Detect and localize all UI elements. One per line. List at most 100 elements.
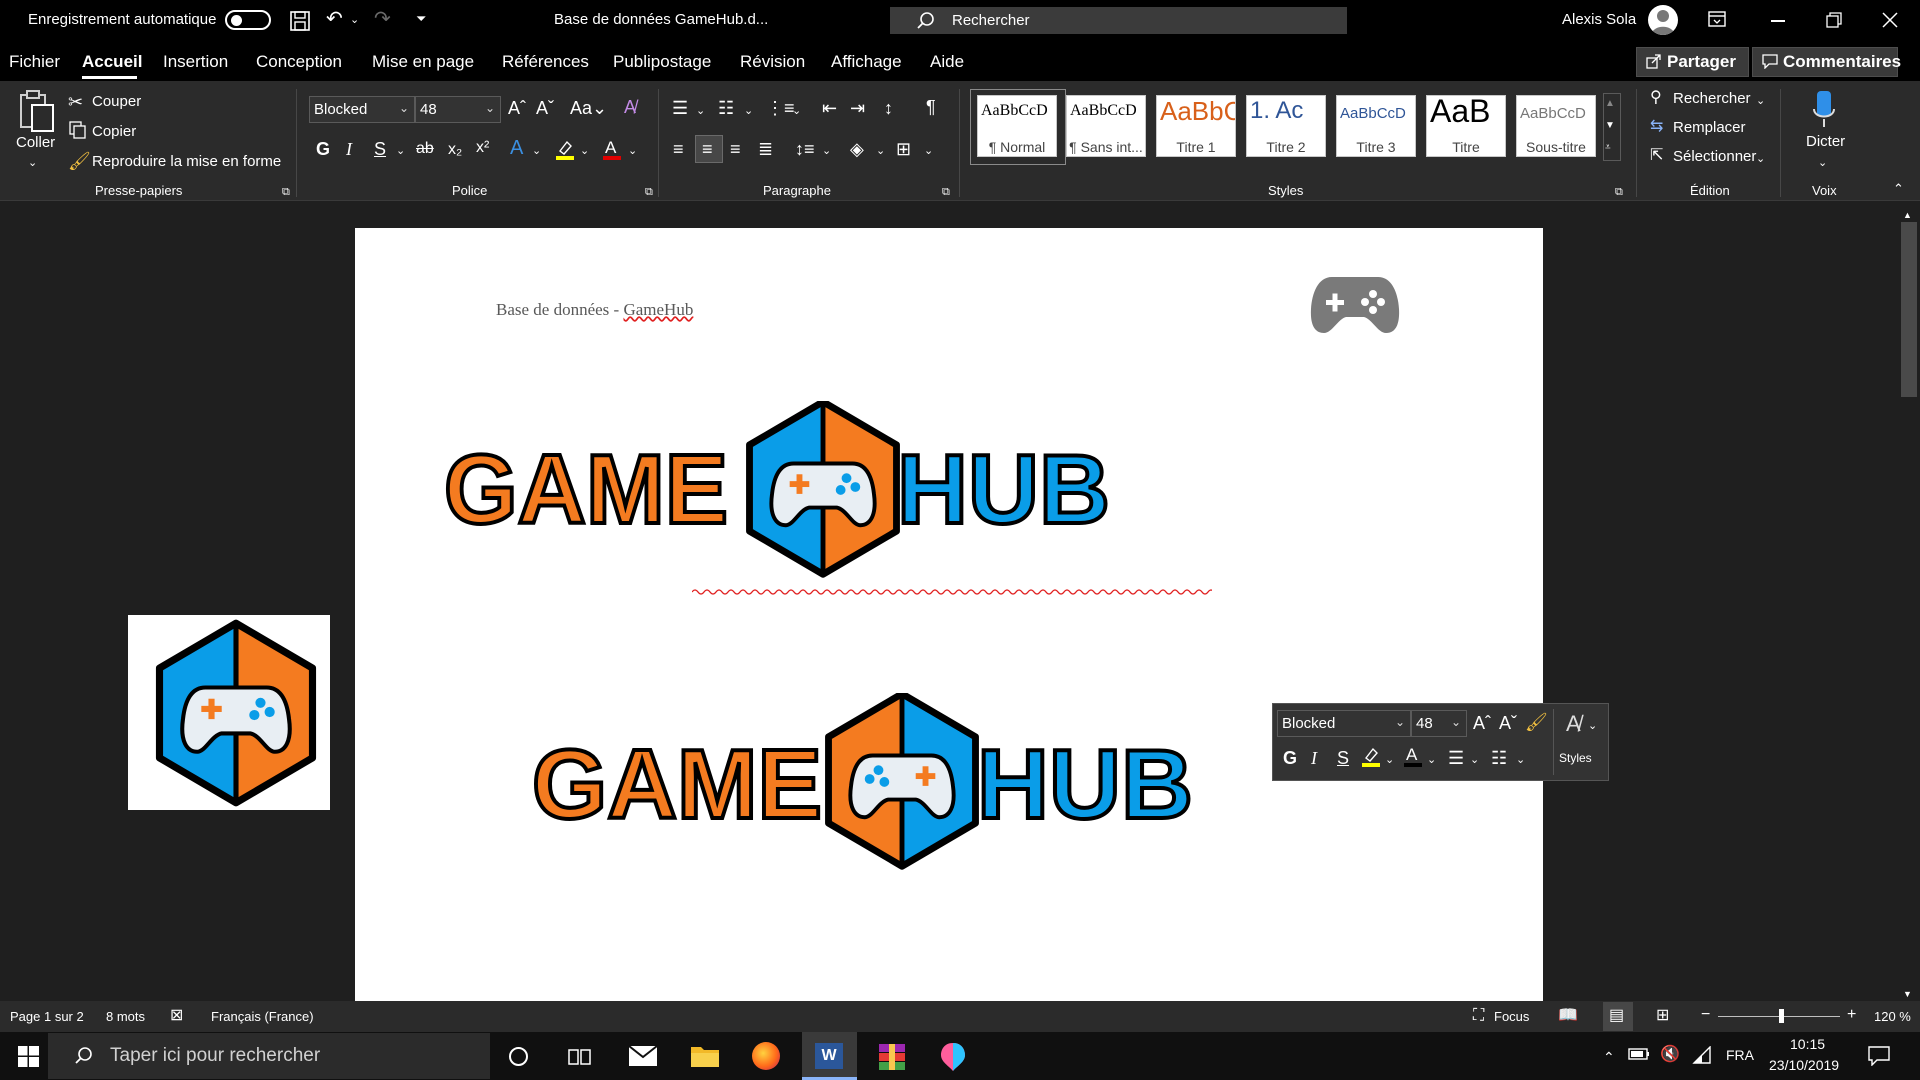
- microphone-icon[interactable]: [1811, 89, 1837, 129]
- multilevel-dropdown-icon[interactable]: ⌄: [792, 101, 801, 121]
- style-heading-2[interactable]: 1. Ac Titre 2: [1246, 95, 1326, 157]
- style-heading-3[interactable]: AaBbCcD Titre 3: [1336, 95, 1416, 157]
- mini-size-combo[interactable]: 48 ⌄: [1411, 710, 1467, 737]
- zoom-level[interactable]: 120 %: [1874, 1009, 1911, 1024]
- mini-font-color-dropdown-icon[interactable]: ⌄: [1427, 750, 1436, 770]
- tab-insertion[interactable]: Insertion: [163, 52, 228, 72]
- align-right-icon[interactable]: ≡: [730, 139, 741, 159]
- tab-revision[interactable]: Révision: [740, 52, 805, 72]
- mini-highlight-icon[interactable]: [1361, 746, 1381, 768]
- cortana-icon[interactable]: [509, 1047, 528, 1066]
- decrease-indent-icon[interactable]: ⇤: [822, 98, 837, 118]
- comments-button[interactable]: Commentaires: [1752, 47, 1901, 77]
- word-count[interactable]: 8 mots: [106, 1009, 145, 1024]
- tab-accueil[interactable]: Accueil: [82, 52, 142, 72]
- paragraph-launcher-icon[interactable]: ⧉: [942, 182, 950, 202]
- windows-start-icon[interactable]: [18, 1046, 39, 1067]
- page-count[interactable]: Page 1 sur 2: [10, 1009, 84, 1024]
- mini-format-painter-icon[interactable]: 🖌: [1525, 712, 1548, 732]
- tab-fichier[interactable]: Fichier: [9, 52, 60, 72]
- tab-conception[interactable]: Conception: [256, 52, 342, 72]
- superscript-icon[interactable]: x²: [476, 138, 489, 158]
- clear-formatting-icon[interactable]: A̸: [624, 97, 636, 117]
- tab-references[interactable]: Références: [502, 52, 589, 72]
- page-header[interactable]: Base de données - GameHub: [496, 300, 693, 320]
- ribbon-display-icon[interactable]: [1708, 11, 1726, 27]
- strikethrough-icon[interactable]: ab: [416, 139, 434, 159]
- font-color-icon[interactable]: A: [602, 137, 622, 161]
- chevron-down-icon[interactable]: ▼: [1605, 116, 1615, 136]
- format-painter-button[interactable]: Reproduire la mise en forme: [92, 153, 281, 170]
- italic-icon[interactable]: I: [346, 139, 352, 159]
- paste-dropdown-icon[interactable]: ⌄: [28, 153, 37, 173]
- scroll-thumb[interactable]: [1901, 222, 1917, 397]
- grow-font-icon[interactable]: Aˆ: [508, 98, 526, 118]
- zoom-in-icon[interactable]: +: [1847, 1006, 1856, 1024]
- mini-italic-icon[interactable]: I: [1311, 748, 1317, 768]
- change-case-icon[interactable]: Aa⌄: [570, 98, 607, 118]
- customize-qat-icon[interactable]: ⏷: [416, 9, 426, 29]
- copy-icon[interactable]: [69, 121, 87, 139]
- justify-icon[interactable]: ≣: [758, 139, 773, 159]
- gamehub-logo-bottom[interactable]: GAME HUB: [530, 693, 1210, 883]
- text-effects-icon[interactable]: A: [510, 138, 523, 158]
- mail-icon[interactable]: [628, 1045, 658, 1067]
- clock-date[interactable]: 23/10/2019: [1769, 1057, 1839, 1073]
- mini-grow-font-icon[interactable]: Aˆ: [1473, 713, 1491, 733]
- mini-numbering-dropdown-icon[interactable]: ⌄: [1516, 750, 1525, 770]
- font-size-combo[interactable]: 48 ⌄: [415, 96, 501, 123]
- cut-icon[interactable]: ✂: [68, 92, 83, 112]
- font-launcher-icon[interactable]: ⧉: [645, 182, 653, 202]
- borders-dropdown-icon[interactable]: ⌄: [924, 141, 933, 161]
- paste-icon[interactable]: [18, 89, 56, 133]
- numbering-icon[interactable]: ☷: [718, 98, 734, 118]
- shading-icon[interactable]: ◈: [850, 139, 864, 159]
- replace-icon[interactable]: ⇆: [1650, 117, 1663, 137]
- tab-aide[interactable]: Aide: [930, 52, 964, 72]
- highlight-icon[interactable]: [554, 139, 576, 161]
- search-box[interactable]: Rechercher: [890, 7, 1347, 34]
- select-icon[interactable]: ⇱: [1650, 146, 1663, 166]
- numbering-dropdown-icon[interactable]: ⌄: [744, 101, 753, 121]
- line-spacing-dropdown-icon[interactable]: ⌄: [822, 141, 831, 161]
- bullets-icon[interactable]: ☰: [672, 98, 688, 118]
- save-icon[interactable]: [289, 10, 311, 32]
- zoom-out-icon[interactable]: −: [1701, 1006, 1710, 1024]
- gamehub-logo-top[interactable]: GAME HUB: [442, 401, 1122, 591]
- find-button[interactable]: Rechercher: [1673, 90, 1751, 107]
- highlight-dropdown-icon[interactable]: ⌄: [580, 141, 589, 161]
- print-layout-button[interactable]: ▤: [1603, 1002, 1633, 1031]
- mini-styles-label[interactable]: Styles: [1559, 751, 1592, 765]
- zoom-slider-thumb[interactable]: [1779, 1009, 1784, 1023]
- shading-dropdown-icon[interactable]: ⌄: [876, 141, 885, 161]
- find-dropdown-icon[interactable]: ⌄: [1756, 91, 1765, 111]
- clipboard-launcher-icon[interactable]: ⧉: [282, 182, 290, 202]
- mini-bullets-dropdown-icon[interactable]: ⌄: [1470, 750, 1479, 770]
- mini-underline-icon[interactable]: S: [1337, 748, 1349, 768]
- mini-shrink-font-icon[interactable]: Aˇ: [1499, 713, 1517, 733]
- select-dropdown-icon[interactable]: ⌄: [1756, 149, 1765, 169]
- align-left-icon[interactable]: ≡: [673, 139, 684, 159]
- sort-icon[interactable]: ↕: [884, 98, 893, 118]
- mini-font-color-icon[interactable]: A: [1403, 744, 1423, 768]
- paint-3d-icon[interactable]: [940, 1042, 966, 1072]
- styles-more-icon[interactable]: ⩡: [1605, 138, 1611, 158]
- web-layout-icon[interactable]: ⊞: [1656, 1006, 1669, 1026]
- gamepad-icon[interactable]: [1310, 273, 1400, 335]
- mini-numbering-icon[interactable]: ☷: [1491, 748, 1507, 768]
- user-name[interactable]: Alexis Sola: [1562, 11, 1636, 28]
- mini-styles-icon[interactable]: A̸: [1566, 713, 1581, 735]
- styles-scroll[interactable]: ▲ ▼ ⩡: [1603, 93, 1621, 161]
- replace-button[interactable]: Remplacer: [1673, 119, 1746, 136]
- find-icon[interactable]: ⚲: [1650, 88, 1662, 108]
- taskbar-search-box[interactable]: Taper ici pour rechercher: [48, 1033, 490, 1079]
- collapse-ribbon-icon[interactable]: ⌃: [1893, 179, 1904, 199]
- avatar[interactable]: [1648, 5, 1678, 35]
- focus-icon[interactable]: ⛶: [1473, 1006, 1484, 1026]
- line-spacing-icon[interactable]: ↕≡: [795, 139, 815, 159]
- task-view-icon[interactable]: [568, 1047, 592, 1067]
- volume-muted-icon[interactable]: 🔇: [1660, 1045, 1680, 1065]
- minimize-icon[interactable]: [1771, 20, 1785, 22]
- tab-mise-en-page[interactable]: Mise en page: [372, 52, 474, 72]
- word-taskbar-button[interactable]: W: [802, 1032, 857, 1080]
